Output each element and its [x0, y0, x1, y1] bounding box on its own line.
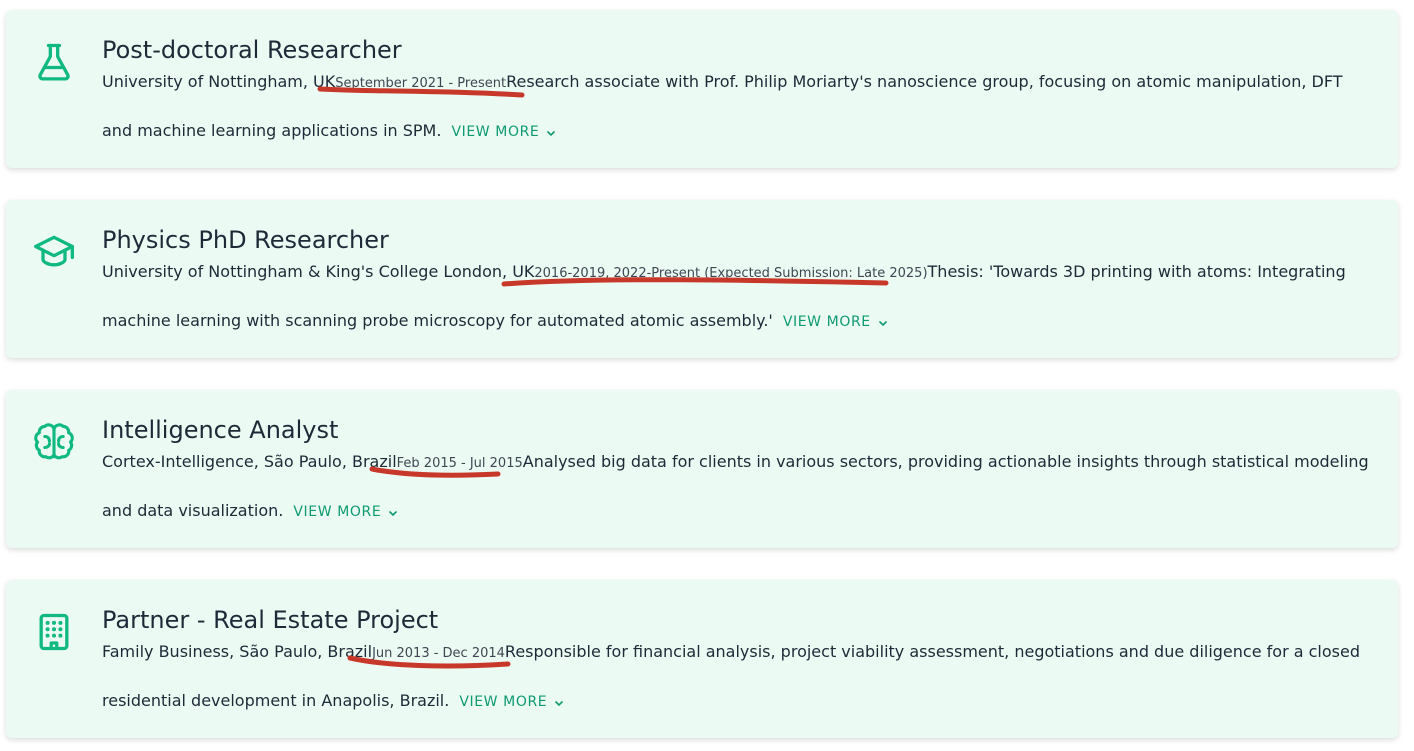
view-more-label: VIEW MORE — [451, 124, 540, 140]
organization: Family Business, São Paulo, Brazil — [102, 642, 373, 661]
view-more-button[interactable]: VIEW MORE — [459, 679, 565, 726]
chevron-down-icon — [547, 130, 556, 136]
view-more-button[interactable]: VIEW MORE — [451, 109, 557, 156]
chevron-down-icon — [389, 510, 398, 516]
organization: University of Nottingham & King's Colleg… — [102, 262, 535, 281]
organization: Cortex-Intelligence, São Paulo, Brazil — [102, 452, 397, 471]
view-more-button[interactable]: VIEW MORE — [293, 489, 399, 536]
experience-card: Intelligence Analyst Cortex-Intelligence… — [6, 390, 1398, 548]
view-more-label: VIEW MORE — [293, 504, 382, 520]
chevron-down-icon — [878, 320, 887, 326]
date-range: September 2021 - Present — [335, 76, 507, 91]
view-more-label: VIEW MORE — [782, 314, 871, 330]
experience-card: Partner - Real Estate Project Family Bus… — [6, 580, 1398, 738]
view-more-label: VIEW MORE — [459, 694, 548, 710]
date-range: Feb 2015 - Jul 2015 — [396, 456, 523, 471]
date-range: Jun 2013 - Dec 2014 — [372, 646, 505, 661]
organization: University of Nottingham, UK — [102, 72, 336, 91]
view-more-button[interactable]: VIEW MORE — [783, 299, 889, 346]
flask-icon — [32, 38, 76, 86]
chevron-down-icon — [555, 700, 564, 706]
date-range: 2016-2019, 2022-Present (Expected Submis… — [534, 266, 928, 281]
experience-card: Post-doctoral Researcher University of N… — [6, 10, 1398, 168]
brain-icon — [32, 418, 76, 466]
experience-card: Physics PhD Researcher University of Not… — [6, 200, 1398, 358]
building-icon — [32, 608, 76, 656]
graduation-cap-icon — [32, 228, 76, 276]
